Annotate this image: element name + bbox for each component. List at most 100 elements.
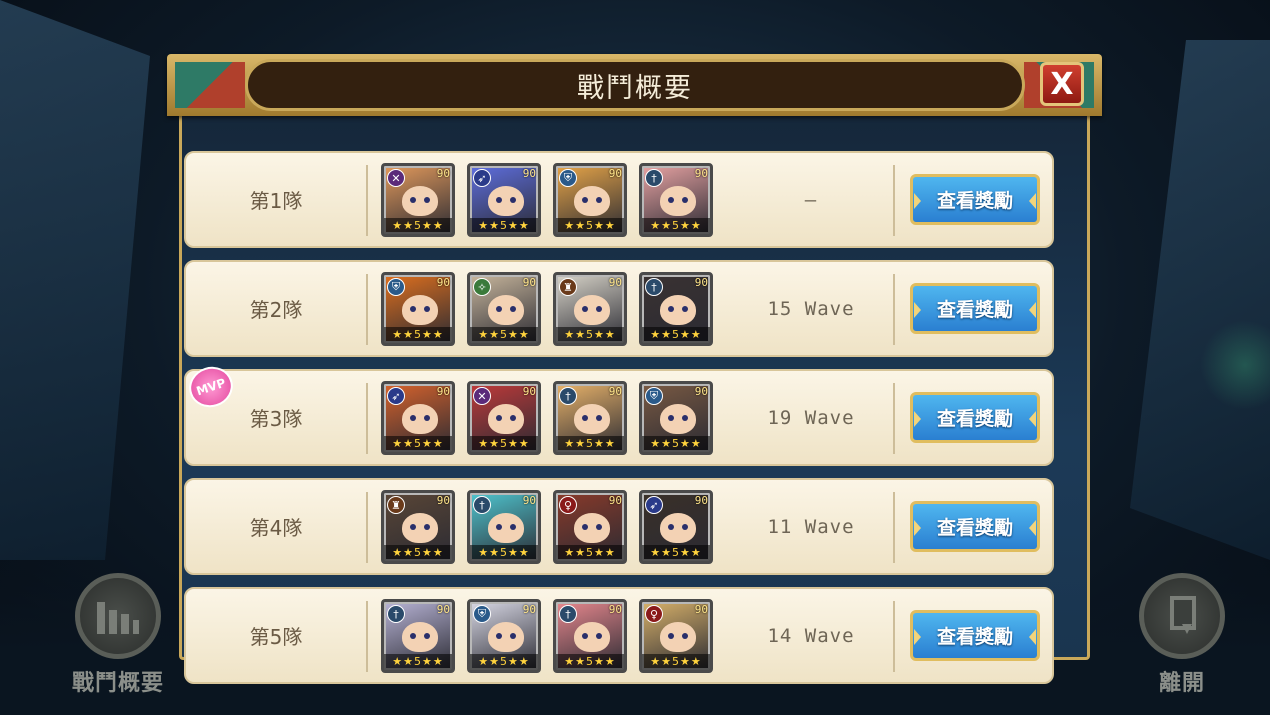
character-stars: ★★5★★	[556, 218, 624, 234]
cross-icon: †	[559, 387, 577, 405]
character-level: 90	[608, 276, 622, 289]
background-crystal-left	[0, 0, 150, 560]
view-reward-button[interactable]: 查看獎勵	[910, 610, 1040, 661]
feather-icon: ➶	[387, 387, 405, 405]
character-face	[402, 513, 438, 543]
shield-icon: ⛨	[645, 387, 663, 405]
character-portrait[interactable]: ♜ 90 ★★5★★	[381, 490, 455, 564]
wave-result: –	[804, 188, 818, 211]
character-face	[488, 513, 524, 543]
character-eye	[496, 197, 502, 203]
character-stars: ★★5★★	[556, 327, 624, 343]
character-portrait[interactable]: † 90 ★★5★★	[381, 599, 455, 673]
character-stars: ★★5★★	[384, 654, 452, 670]
shield-icon: ⛨	[473, 605, 491, 623]
leave-label: 離開	[1158, 671, 1205, 696]
character-portrait[interactable]: ♀ 90 ★★5★★	[639, 599, 713, 673]
leave-button[interactable]: 離開	[1112, 573, 1252, 697]
character-stars: ★★5★★	[384, 436, 452, 452]
character-level: 90	[522, 603, 536, 616]
character-level: 90	[608, 494, 622, 507]
character-portrait[interactable]: † 90 ★★5★★	[553, 599, 627, 673]
character-face	[402, 404, 438, 434]
close-icon: X	[1050, 66, 1074, 102]
team-members: ♜ 90 ★★5★★ † 90 ★★5★★ ♀ 90 ★★5★★ ➶ 90 ★★…	[381, 490, 713, 564]
character-portrait[interactable]: ⛨ 90 ★★5★★	[639, 381, 713, 455]
character-level: 90	[522, 494, 536, 507]
character-eye	[424, 197, 430, 203]
character-portrait[interactable]: † 90 ★★5★★	[467, 490, 541, 564]
character-stars: ★★5★★	[556, 436, 624, 452]
character-eye	[668, 306, 674, 312]
cross-icon: †	[645, 278, 663, 296]
character-eye	[510, 633, 516, 639]
character-eye	[424, 524, 430, 530]
character-eye	[424, 633, 430, 639]
character-level: 90	[694, 385, 708, 398]
header-ornament-left	[175, 62, 245, 108]
character-face	[402, 186, 438, 216]
character-eye	[596, 306, 602, 312]
character-portrait[interactable]: ⛨ 90 ★★5★★	[467, 599, 541, 673]
character-eye	[668, 415, 674, 421]
character-portrait[interactable]: ⛨ 90 ★★5★★	[553, 163, 627, 237]
character-face	[574, 513, 610, 543]
character-eye	[582, 633, 588, 639]
character-level: 90	[608, 385, 622, 398]
character-eye	[510, 306, 516, 312]
view-reward-button[interactable]: 查看獎勵	[910, 174, 1040, 225]
view-reward-button[interactable]: 查看獎勵	[910, 392, 1040, 443]
character-stars: ★★5★★	[470, 545, 538, 561]
character-face	[402, 622, 438, 652]
wave-result: 15 Wave	[767, 297, 855, 320]
row-divider	[893, 383, 895, 454]
character-portrait[interactable]: † 90 ★★5★★	[553, 381, 627, 455]
close-button[interactable]: X	[1040, 62, 1084, 106]
character-eye	[410, 524, 416, 530]
character-portrait[interactable]: ➶ 90 ★★5★★	[381, 381, 455, 455]
team-row: 第4隊 ♜ 90 ★★5★★ † 90 ★★5★★ ♀ 90 ★★5★★ ➶ 9…	[184, 478, 1054, 575]
character-level: 90	[436, 385, 450, 398]
character-eye	[682, 415, 688, 421]
character-stars: ★★5★★	[556, 654, 624, 670]
character-eye	[510, 524, 516, 530]
character-portrait[interactable]: ➶ 90 ★★5★★	[467, 163, 541, 237]
character-portrait[interactable]: ♀ 90 ★★5★★	[553, 490, 627, 564]
character-portrait[interactable]: ♜ 90 ★★5★★	[553, 272, 627, 346]
character-eye	[668, 197, 674, 203]
character-eye	[510, 415, 516, 421]
row-divider	[366, 601, 368, 672]
battle-summary-dialog: 戰鬥概要 X 第1隊 ✕ 90 ★★5★★ ➶ 90 ★★5★★ ⛨ 90 ★★…	[167, 54, 1102, 684]
character-eye	[582, 306, 588, 312]
row-divider	[366, 492, 368, 563]
character-portrait[interactable]: ✧ 90 ★★5★★	[467, 272, 541, 346]
view-reward-button[interactable]: 查看獎勵	[910, 283, 1040, 334]
character-eye	[596, 633, 602, 639]
character-portrait[interactable]: † 90 ★★5★★	[639, 163, 713, 237]
character-face	[660, 513, 696, 543]
view-reward-button[interactable]: 查看獎勵	[910, 501, 1040, 552]
character-eye	[496, 524, 502, 530]
character-stars: ★★5★★	[642, 327, 710, 343]
row-divider	[893, 492, 895, 563]
character-face	[574, 622, 610, 652]
character-stars: ★★5★★	[470, 654, 538, 670]
character-level: 90	[436, 603, 450, 616]
character-level: 90	[522, 385, 536, 398]
character-portrait[interactable]: ✕ 90 ★★5★★	[381, 163, 455, 237]
character-stars: ★★5★★	[384, 218, 452, 234]
character-eye	[510, 197, 516, 203]
dialog-title: 戰鬥概要	[577, 72, 693, 104]
character-face	[488, 186, 524, 216]
character-stars: ★★5★★	[642, 436, 710, 452]
character-face	[488, 404, 524, 434]
character-portrait[interactable]: ✕ 90 ★★5★★	[467, 381, 541, 455]
character-level: 90	[522, 167, 536, 180]
wave-result: 19 Wave	[767, 406, 855, 429]
character-face	[574, 404, 610, 434]
row-divider	[366, 274, 368, 345]
character-portrait[interactable]: ⛨ 90 ★★5★★	[381, 272, 455, 346]
team-list[interactable]: 第1隊 ✕ 90 ★★5★★ ➶ 90 ★★5★★ ⛨ 90 ★★5★★ † 9…	[184, 151, 1054, 698]
character-portrait[interactable]: ➶ 90 ★★5★★	[639, 490, 713, 564]
character-portrait[interactable]: † 90 ★★5★★	[639, 272, 713, 346]
